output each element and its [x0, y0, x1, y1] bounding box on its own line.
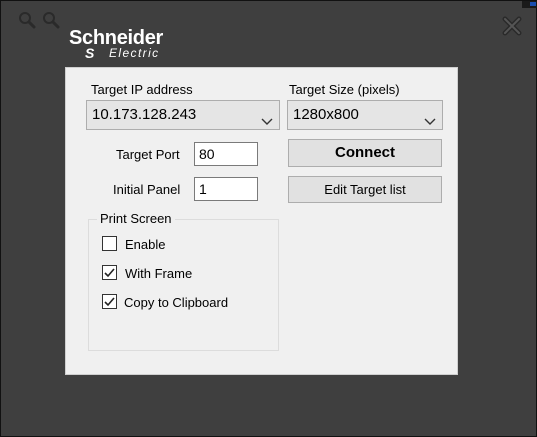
enable-checkbox[interactable] — [102, 236, 117, 251]
connection-panel: Target IP address 10.173.128.243 Target … — [65, 67, 458, 375]
schneider-logo: Schneider S Electric — [69, 27, 179, 61]
target-ip-value: 10.173.128.243 — [92, 106, 197, 123]
target-ip-select[interactable]: 10.173.128.243 — [86, 100, 280, 130]
copy-to-clipboard-label: Copy to Clipboard — [124, 295, 229, 310]
copy-to-clipboard-checkbox[interactable] — [102, 294, 117, 309]
zoom-out-icon[interactable] — [41, 10, 61, 30]
initial-panel-input[interactable]: 1 — [194, 177, 258, 201]
with-frame-checkbox[interactable] — [102, 265, 117, 280]
target-size-label: Target Size (pixels) — [289, 82, 400, 97]
window-corner-accent — [522, 1, 537, 8]
checkmark-icon — [104, 268, 115, 278]
print-screen-group: Print Screen Enable With Frame Copy to C… — [88, 211, 279, 351]
edit-target-list-button[interactable]: Edit Target list — [288, 176, 442, 203]
zoom-in-icon[interactable] — [17, 10, 37, 30]
logo-brand-sub: Electric — [109, 46, 160, 60]
checkmark-icon — [104, 297, 115, 307]
app-window: Schneider S Electric Target IP address 1… — [0, 0, 537, 437]
connect-button[interactable]: Connect — [288, 139, 442, 167]
target-port-input[interactable]: 80 — [194, 142, 258, 166]
close-icon[interactable] — [501, 15, 523, 37]
logo-mark: S — [85, 45, 95, 61]
initial-panel-label: Initial Panel — [113, 182, 181, 197]
target-ip-label: Target IP address — [91, 82, 193, 97]
print-screen-title: Print Screen — [97, 211, 175, 227]
with-frame-label: With Frame — [125, 266, 193, 281]
target-size-select[interactable]: 1280x800 — [287, 100, 443, 130]
enable-label: Enable — [125, 237, 166, 252]
target-size-value: 1280x800 — [293, 106, 359, 123]
target-port-label: Target Port — [116, 147, 180, 162]
chevron-down-icon — [261, 109, 273, 125]
chevron-down-icon — [424, 109, 436, 125]
